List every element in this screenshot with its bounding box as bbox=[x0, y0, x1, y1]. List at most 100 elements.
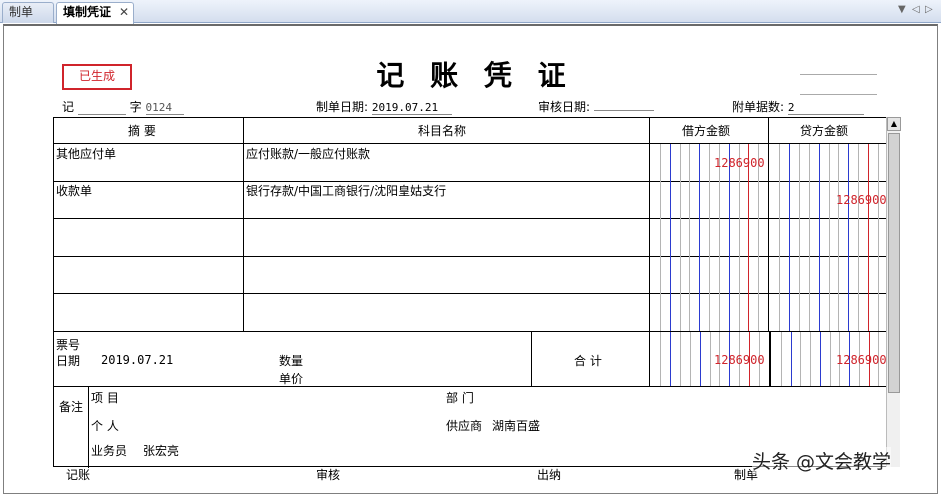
price-label: 单价 bbox=[279, 372, 304, 386]
digit-gridline bbox=[868, 144, 869, 331]
make-date: 制单日期: 2019.07.21 bbox=[316, 98, 452, 115]
digit-gridline bbox=[799, 144, 800, 331]
header-summary: 摘 要 bbox=[128, 124, 156, 138]
footer-cashier: 出纳 bbox=[537, 468, 562, 482]
arrow-right-icon[interactable]: ▷ bbox=[925, 4, 933, 15]
supplier-value[interactable]: 湖南百盛 bbox=[492, 417, 540, 434]
total-label: 合 计 bbox=[574, 354, 602, 368]
digit-gridline bbox=[800, 332, 801, 386]
digit-gridline bbox=[820, 332, 821, 386]
row-summary[interactable]: 收款单 bbox=[56, 182, 92, 199]
footer-audit: 审核 bbox=[316, 468, 341, 482]
row-subject[interactable]: 应付账款/一般应付账款 bbox=[246, 145, 370, 162]
scroll-up-icon[interactable]: ▲ bbox=[887, 117, 901, 131]
voucher-type[interactable]: 记 字 0124 bbox=[62, 98, 184, 115]
audit-date-field[interactable] bbox=[593, 110, 654, 111]
digit-gridline bbox=[660, 332, 661, 386]
row-credit-amount[interactable]: 1286900 bbox=[836, 193, 887, 207]
audit-date-label: 审核日期: bbox=[538, 100, 591, 114]
voucher-title: 记 账 凭 证 bbox=[376, 59, 574, 92]
digit-gridline bbox=[680, 332, 681, 386]
digit-gridline bbox=[758, 144, 759, 331]
watermark: 头条 @文会教学 bbox=[752, 447, 892, 474]
chevron-down-icon[interactable]: ▼ bbox=[898, 4, 906, 15]
scroll-thumb[interactable] bbox=[888, 133, 900, 393]
digit-gridline bbox=[699, 144, 700, 331]
digit-gridline bbox=[858, 144, 859, 331]
digit-gridline bbox=[791, 332, 792, 386]
header-subject: 科目名称 bbox=[418, 124, 467, 138]
voucher-type-label: 记 bbox=[62, 100, 75, 114]
digit-gridline bbox=[719, 144, 720, 331]
digit-gridline bbox=[710, 332, 711, 386]
tab-bar: 制单 填制凭证 ✕ ▼ ◁ ▷ bbox=[0, 0, 941, 24]
tab-fill-voucher[interactable]: 填制凭证 ✕ bbox=[56, 2, 134, 24]
voucher-table: 摘 要 科目名称 借方金额 贷方金额 其他应付单 应付账款/一般应付账款 收款单… bbox=[53, 117, 888, 468]
digit-gridline bbox=[748, 144, 749, 331]
row-subject[interactable]: 银行存款/中国工商银行/沈阳皇姑支行 bbox=[246, 182, 446, 199]
digit-gridline bbox=[838, 144, 839, 331]
project-label: 项 目 bbox=[91, 391, 119, 405]
digit-gridline bbox=[700, 332, 701, 386]
status-text: 已生成 bbox=[78, 69, 115, 83]
digit-gridline bbox=[830, 332, 831, 386]
vertical-scrollbar[interactable]: ▲ bbox=[886, 117, 901, 467]
digit-gridline bbox=[729, 144, 730, 331]
footer-bookkeep: 记账 bbox=[66, 468, 91, 482]
col-divider bbox=[88, 386, 89, 468]
digit-gridline bbox=[739, 144, 740, 331]
make-date-label: 制单日期: bbox=[316, 100, 369, 114]
digit-gridline bbox=[689, 144, 690, 331]
attachment-count: 附单据数: 2 bbox=[732, 98, 864, 115]
digit-gridline bbox=[660, 144, 661, 331]
status-badge: 已生成 bbox=[62, 64, 132, 90]
tab-make-voucher[interactable]: 制单 bbox=[2, 2, 54, 23]
person-label: 个 人 bbox=[91, 419, 119, 433]
tab-label: 填制凭证 bbox=[63, 5, 112, 19]
arrow-left-icon[interactable]: ◁ bbox=[912, 4, 920, 15]
close-icon[interactable]: ✕ bbox=[119, 3, 129, 22]
ticket-label: 票号 bbox=[56, 338, 81, 352]
credit-grid bbox=[769, 144, 888, 331]
total-credit-amount: 1286900 bbox=[836, 353, 887, 367]
digit-gridline bbox=[781, 332, 782, 386]
ticket-date-label: 日期 bbox=[56, 354, 81, 368]
make-date-field[interactable]: 2019.07.21 bbox=[371, 101, 452, 115]
digit-gridline bbox=[848, 144, 849, 331]
tab-label: 制单 bbox=[9, 5, 34, 19]
salesman-label: 业务员 bbox=[91, 444, 128, 458]
digit-gridline bbox=[829, 144, 830, 331]
qty-label: 数量 bbox=[279, 354, 304, 368]
digit-gridline bbox=[779, 144, 780, 331]
total-debit-amount: 1286900 bbox=[714, 353, 765, 367]
header-debit: 借方金额 bbox=[682, 124, 731, 138]
row-summary[interactable]: 其他应付单 bbox=[56, 145, 116, 162]
attachment-label: 附单据数: bbox=[732, 100, 785, 114]
attachment-count-field[interactable]: 2 bbox=[787, 101, 864, 115]
digit-gridline bbox=[789, 144, 790, 331]
voucher-no-label: 字 bbox=[129, 100, 142, 114]
voucher-type-field[interactable] bbox=[77, 100, 126, 115]
debit-grid bbox=[650, 144, 768, 331]
digit-gridline bbox=[680, 144, 681, 331]
digit-gridline bbox=[709, 144, 710, 331]
digit-gridline bbox=[670, 332, 671, 386]
digit-gridline bbox=[809, 144, 810, 331]
audit-date: 审核日期: bbox=[538, 98, 654, 115]
row-divider bbox=[54, 386, 888, 387]
notes-label: 备注 bbox=[59, 400, 84, 414]
salesman-value[interactable]: 张宏亮 bbox=[143, 442, 179, 459]
supplier-label: 供应商 bbox=[446, 419, 483, 433]
decor-line bbox=[800, 74, 877, 75]
row-debit-amount[interactable]: 1286900 bbox=[714, 156, 765, 170]
digit-gridline bbox=[810, 332, 811, 386]
col-divider bbox=[531, 331, 532, 386]
digit-gridline bbox=[670, 144, 671, 331]
dept-label: 部 门 bbox=[446, 391, 474, 405]
decor-line bbox=[800, 94, 877, 95]
col-divider bbox=[243, 118, 244, 331]
digit-gridline bbox=[819, 144, 820, 331]
digit-gridline bbox=[690, 332, 691, 386]
ticket-date[interactable]: 2019.07.21 bbox=[101, 353, 173, 367]
voucher-number-field[interactable]: 0124 bbox=[145, 101, 184, 115]
